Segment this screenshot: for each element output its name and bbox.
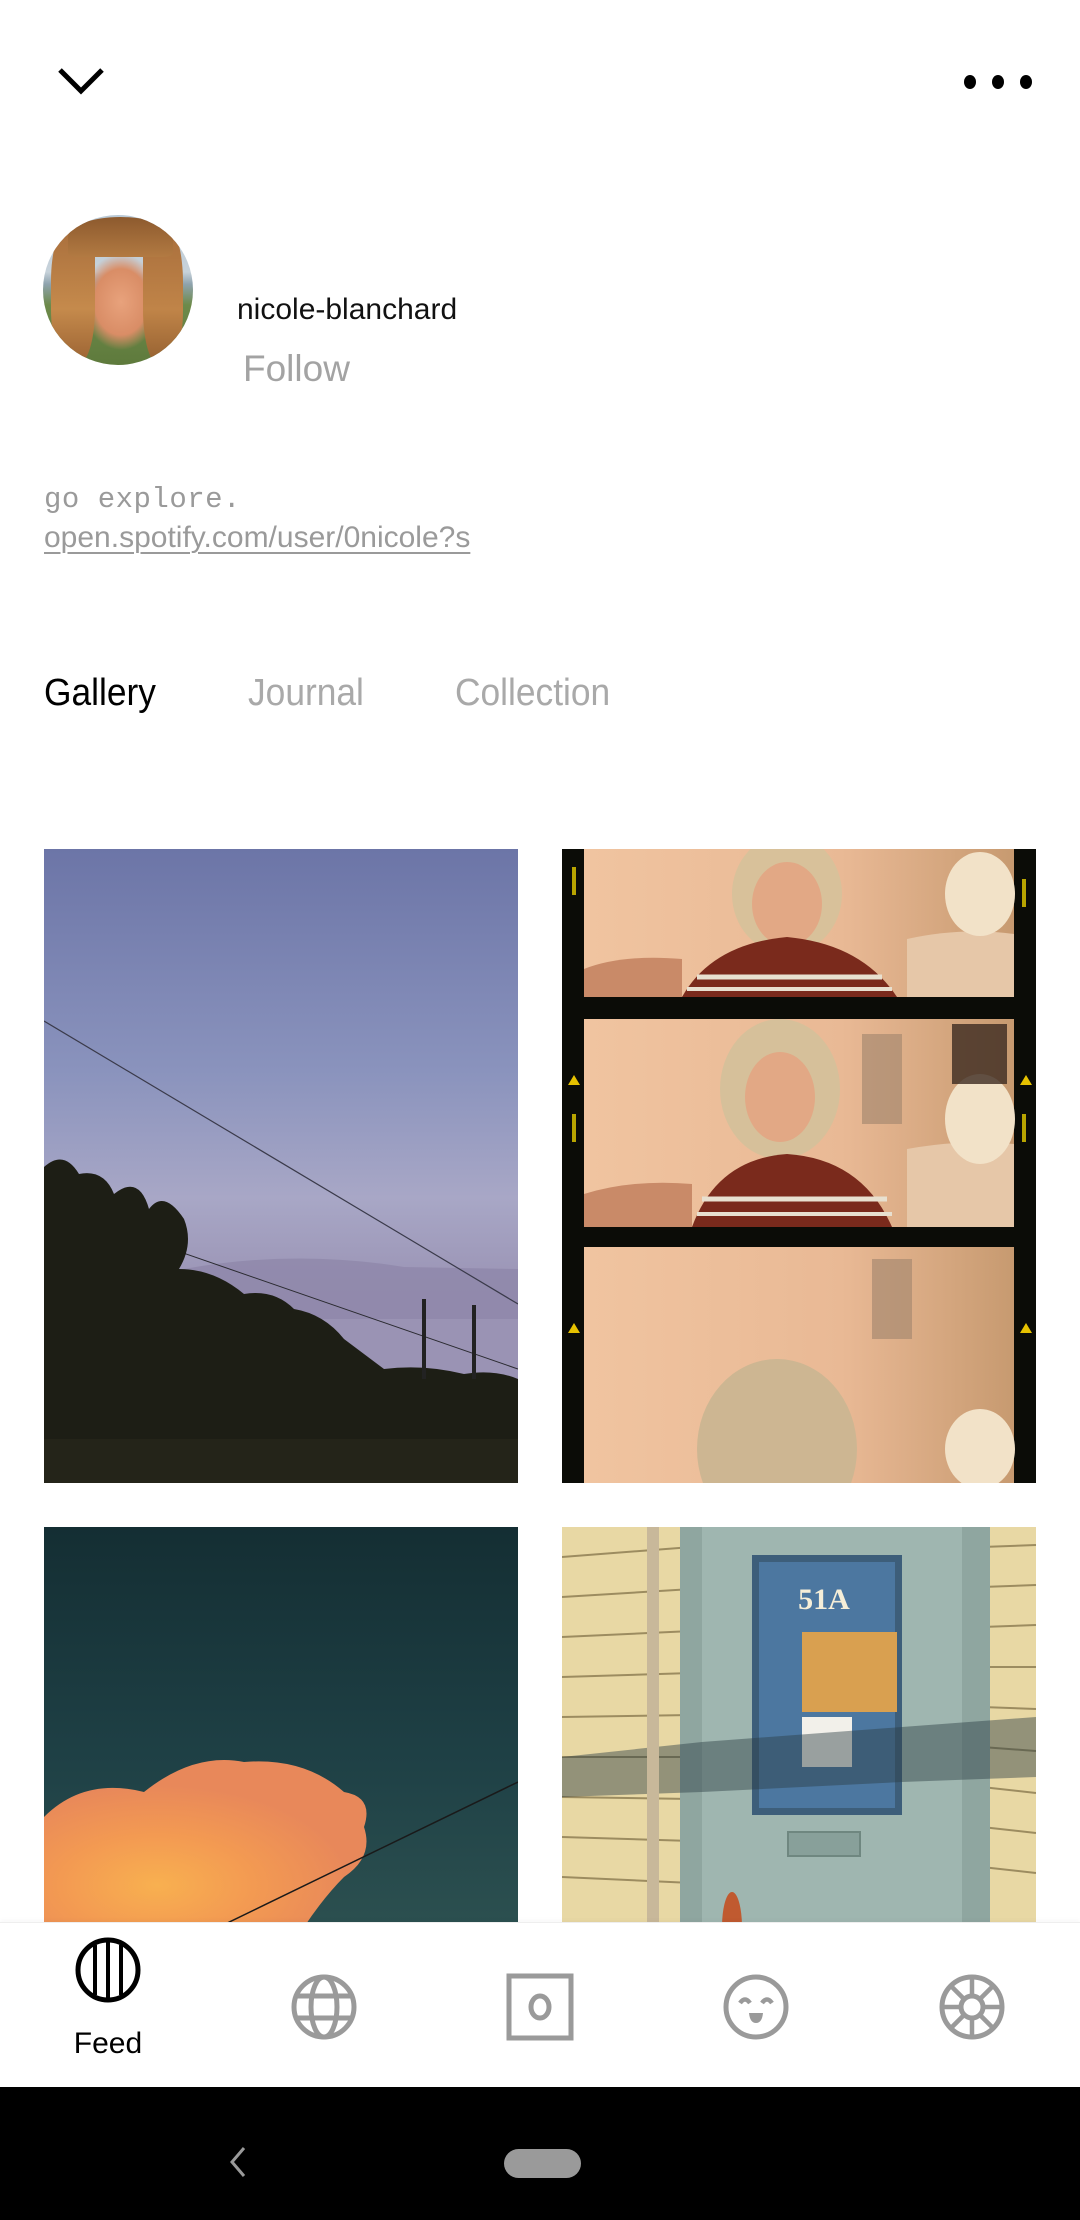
bio-link[interactable]: open.spotify.com/user/0nicole?s — [44, 521, 470, 555]
collapse-button[interactable] — [50, 58, 112, 104]
tab-gallery[interactable]: Gallery — [44, 672, 156, 715]
wheel-icon — [939, 1974, 1005, 2040]
bio-text: go explore. — [44, 483, 241, 516]
follow-button[interactable]: Follow — [243, 348, 350, 390]
back-icon — [230, 2147, 246, 2177]
gallery-photo[interactable] — [44, 849, 518, 1483]
home-pill-icon[interactable] — [504, 2149, 581, 2178]
nav-feed-label: Feed — [73, 2027, 143, 2060]
more-options-button[interactable] — [958, 60, 1038, 104]
dusk-trees-photo — [44, 849, 518, 1483]
feed-icon — [75, 1937, 141, 2003]
tab-journal[interactable]: Journal — [248, 672, 364, 715]
username: nicole-blanchard — [237, 293, 458, 326]
blue-door-photo: 51A — [562, 1527, 1036, 1927]
nav-feed[interactable]: Feed — [0, 1923, 216, 2089]
system-back-button[interactable] — [222, 2142, 252, 2182]
film-frame — [584, 1019, 1015, 1227]
camera-icon — [506, 1973, 574, 2041]
system-nav-bar — [0, 2087, 1080, 2220]
bottom-nav: Feed — [0, 1922, 1080, 2088]
door-number: 51A — [798, 1583, 850, 1616]
chevron-down-icon — [58, 68, 104, 95]
gallery-photo[interactable]: 51A — [562, 1527, 1036, 1927]
sunset-cloud-photo — [44, 1527, 518, 1927]
nav-settings[interactable] — [864, 1923, 1080, 2089]
more-horizontal-icon — [964, 75, 1032, 89]
film-frame — [584, 1247, 1015, 1483]
film-frame — [584, 849, 1015, 997]
smile-icon — [723, 1974, 789, 2040]
gallery-photo[interactable] — [562, 849, 1036, 1483]
film-strip-portrait-photo — [562, 849, 1036, 1483]
nav-mood[interactable] — [648, 1923, 864, 2089]
tab-collection[interactable]: Collection — [455, 672, 610, 715]
globe-icon — [291, 1974, 357, 2040]
gallery-photo[interactable] — [44, 1527, 518, 1927]
avatar[interactable] — [43, 215, 193, 365]
nav-camera[interactable] — [432, 1923, 648, 2089]
avatar-hair-top — [68, 217, 173, 257]
nav-explore[interactable] — [216, 1923, 432, 2089]
